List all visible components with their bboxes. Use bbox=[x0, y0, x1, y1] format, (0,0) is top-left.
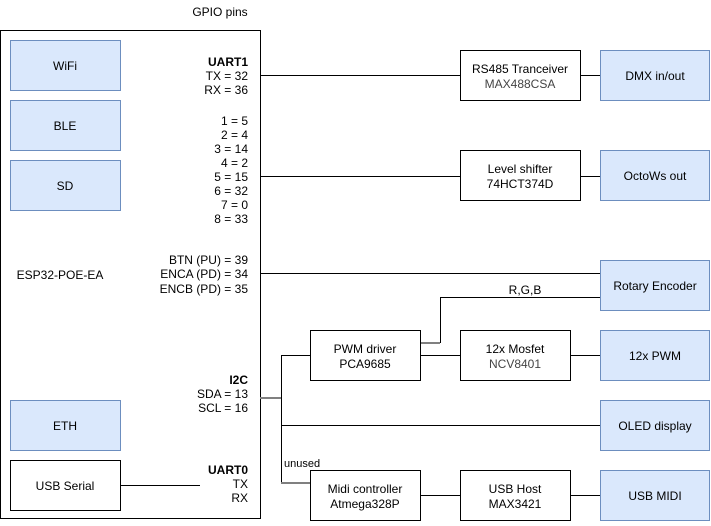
output-pwm-label: 12x PWM bbox=[629, 349, 681, 363]
output-dmx-label: DMX in/out bbox=[625, 69, 685, 83]
octows-pin: 4 = 2 bbox=[221, 156, 248, 170]
uart1-title: UART1 bbox=[208, 55, 248, 69]
output-oled-label: OLED display bbox=[618, 419, 691, 433]
unused-label: unused bbox=[284, 458, 320, 470]
rs485-title: RS485 Tranceiver bbox=[472, 62, 568, 76]
rgb-label: R,G,B bbox=[509, 283, 542, 297]
pwm-driver-title: PWM driver bbox=[334, 342, 397, 356]
rs485-part: MAX488CSA bbox=[485, 77, 556, 91]
module-eth-label: ETH bbox=[53, 419, 77, 433]
encoder-pin: BTN (PU) = 39 bbox=[169, 253, 248, 267]
output-octows-label: OctoWs out bbox=[624, 169, 687, 183]
octows-pin: 8 = 33 bbox=[214, 212, 248, 226]
octows-pin: 3 = 14 bbox=[214, 142, 248, 156]
block-diagram: GPIO pins WiFi BLE SD ETH USB Serial ESP… bbox=[0, 5, 710, 521]
octows-pin: 2 = 4 bbox=[221, 128, 248, 142]
output-usb-midi-label: USB MIDI bbox=[628, 489, 681, 503]
octows-pin: 1 = 5 bbox=[221, 114, 248, 128]
encoder-pin: ENCB (PD) = 35 bbox=[160, 282, 249, 296]
octows-pin: 5 = 15 bbox=[214, 170, 248, 184]
uart1-rx: RX = 36 bbox=[204, 83, 248, 97]
usb-host-title: USB Host bbox=[489, 482, 542, 496]
octows-pin: 7 = 0 bbox=[221, 198, 248, 212]
pwm-driver-part: PCA9685 bbox=[339, 357, 391, 371]
midi-controller-title: Midi controller bbox=[328, 482, 403, 496]
module-wifi-label: WiFi bbox=[53, 59, 77, 73]
esp-label: ESP32-POE-EA bbox=[17, 268, 104, 282]
diagram-title: GPIO pins bbox=[192, 5, 247, 19]
uart0-tx: TX bbox=[233, 477, 248, 491]
octows-pin: 6 = 32 bbox=[214, 184, 248, 198]
output-rotary-encoder-label: Rotary Encoder bbox=[613, 279, 696, 293]
mosfet-title: 12x Mosfet bbox=[486, 342, 545, 356]
level-shifter-title: Level shifter bbox=[488, 162, 553, 176]
mosfet-part: NCV8401 bbox=[489, 357, 541, 371]
module-ble-label: BLE bbox=[54, 119, 77, 133]
uart1-tx: TX = 32 bbox=[206, 69, 249, 83]
i2c-scl: SCL = 16 bbox=[198, 401, 248, 415]
module-sd-label: SD bbox=[57, 179, 74, 193]
midi-controller-part: Atmega328P bbox=[330, 497, 399, 511]
level-shifter-part: 74HCT374D bbox=[487, 177, 554, 191]
outputs: DMX in/out OctoWs out Rotary Encoder 12x… bbox=[600, 50, 710, 521]
uart0-title: UART0 bbox=[208, 463, 248, 477]
i2c-title: I2C bbox=[229, 373, 248, 387]
uart0-rx: RX bbox=[231, 491, 248, 505]
encoder-pin: ENCA (PD) = 34 bbox=[160, 267, 248, 281]
i2c-sda: SDA = 13 bbox=[197, 387, 248, 401]
module-usb-serial-label: USB Serial bbox=[36, 479, 95, 493]
usb-host-part: MAX3421 bbox=[489, 497, 542, 511]
